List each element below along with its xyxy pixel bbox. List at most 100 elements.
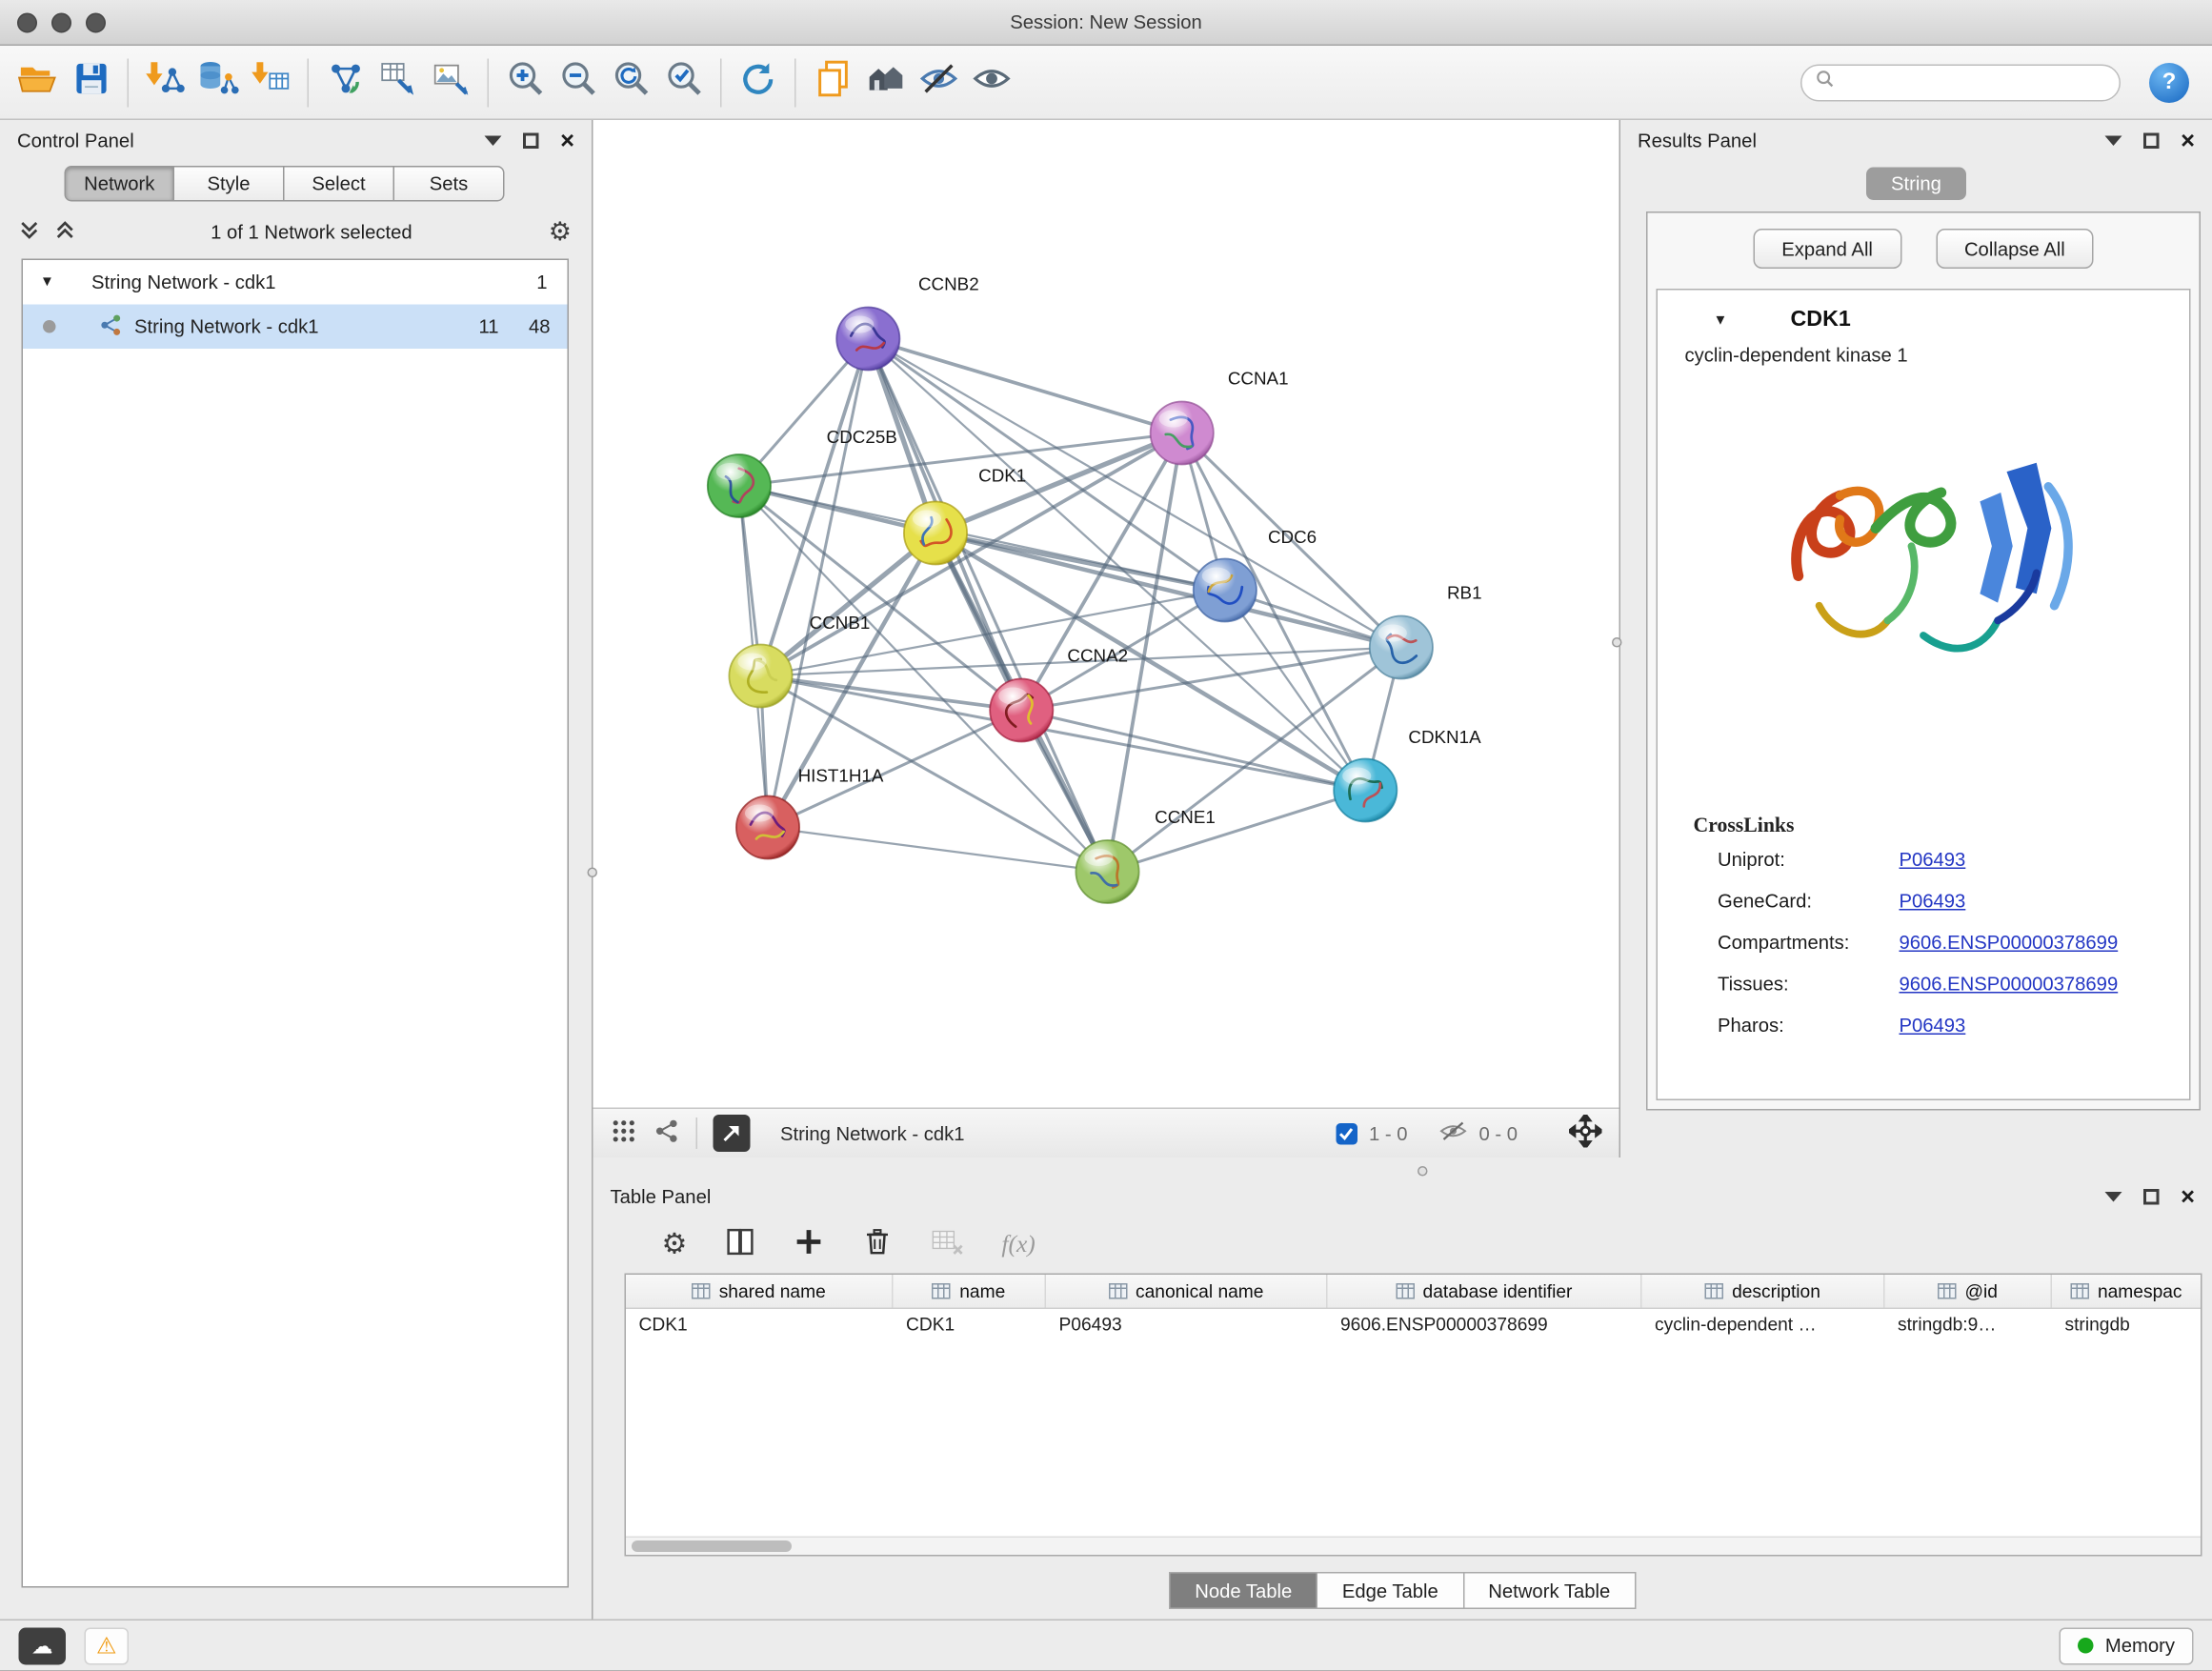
zoom-window-button[interactable] <box>86 12 106 32</box>
hidden-eye-slash-icon[interactable] <box>1438 1119 1467 1148</box>
share-network-icon[interactable] <box>654 1117 681 1149</box>
zoom-out-button[interactable] <box>552 53 605 111</box>
zoom-in-button[interactable] <box>499 53 553 111</box>
right-splitter-handle[interactable] <box>1612 637 1622 648</box>
maximize-panel-icon[interactable] <box>2143 1188 2160 1204</box>
search-field[interactable] <box>1800 64 2121 101</box>
table-cell[interactable]: stringdb:9… <box>1885 1309 2053 1342</box>
network-node-rb1[interactable] <box>1370 616 1433 679</box>
collection-expand-icon[interactable]: ▼ <box>40 274 60 291</box>
network-edge[interactable] <box>868 339 1181 433</box>
selected-checkbox[interactable] <box>1336 1122 1357 1144</box>
column-header[interactable]: @id <box>1885 1275 2053 1308</box>
table-cell[interactable]: stringdb <box>2052 1309 2201 1342</box>
help-button[interactable]: ? <box>2149 62 2189 102</box>
network-options-gear-icon[interactable]: ⚙ <box>549 219 572 245</box>
crosslink-link-pharos[interactable]: P06493 <box>1900 1015 1966 1037</box>
refresh-view-button[interactable] <box>732 53 785 111</box>
crosslink-link-tissues[interactable]: 9606.ENSP00000378699 <box>1900 974 2119 996</box>
network-edge[interactable] <box>868 339 1107 873</box>
tab-style[interactable]: Style <box>174 166 285 202</box>
tab-network[interactable]: Network <box>65 166 175 202</box>
save-session-button[interactable] <box>65 53 118 111</box>
birds-eye-grid-icon[interactable] <box>611 1117 638 1149</box>
import-table-from-file-button[interactable] <box>245 53 298 111</box>
crosslink-link-uniprot[interactable]: P06493 <box>1900 849 1966 871</box>
column-header[interactable]: description <box>1642 1275 1885 1308</box>
network-edge[interactable] <box>768 828 1107 873</box>
maximize-panel-icon[interactable] <box>523 132 539 149</box>
network-node-cdk1[interactable] <box>904 502 967 565</box>
export-image-button[interactable] <box>425 53 478 111</box>
column-header[interactable]: canonical name <box>1046 1275 1328 1308</box>
minimize-window-button[interactable] <box>51 12 71 32</box>
show-hide-panels-button[interactable] <box>965 53 1018 111</box>
cloud-button[interactable]: ☁ <box>19 1627 67 1664</box>
tab-select[interactable]: Select <box>285 166 395 202</box>
expand-all-networks-icon[interactable] <box>20 219 39 244</box>
network-collection-row[interactable]: ▼ String Network - cdk1 1 <box>23 260 568 305</box>
add-row-plus-icon[interactable] <box>793 1225 824 1264</box>
column-header[interactable]: namespac <box>2052 1275 2201 1308</box>
horizontal-splitter[interactable] <box>593 1158 2212 1177</box>
close-window-button[interactable] <box>17 12 37 32</box>
network-row[interactable]: String Network - cdk1 11 48 <box>23 305 568 350</box>
float-panel-icon[interactable] <box>485 135 502 146</box>
network-edge[interactable] <box>768 339 868 828</box>
collapse-all-networks-icon[interactable] <box>56 219 75 244</box>
new-network-from-table-button[interactable] <box>372 53 425 111</box>
zoom-fit-button[interactable] <box>605 53 658 111</box>
network-edge[interactable] <box>760 534 935 676</box>
table-options-gear-icon[interactable]: ⚙ <box>662 1231 688 1259</box>
crosslink-link-compartments[interactable]: 9606.ENSP00000378699 <box>1900 932 2119 954</box>
float-panel-icon[interactable] <box>2105 135 2122 146</box>
network-node-ccnb1[interactable] <box>729 645 792 708</box>
network-node-ccna1[interactable] <box>1151 402 1214 465</box>
close-panel-icon[interactable]: × <box>560 128 574 152</box>
close-panel-icon[interactable]: × <box>2181 1184 2195 1209</box>
network-node-cdkn1a[interactable] <box>1334 759 1397 822</box>
search-input[interactable] <box>1843 71 2106 93</box>
table-cell[interactable]: P06493 <box>1046 1309 1328 1342</box>
network-edge[interactable] <box>868 339 1401 648</box>
column-header[interactable]: shared name <box>626 1275 894 1308</box>
network-node-ccna2[interactable] <box>990 679 1053 742</box>
show-columns-icon[interactable] <box>724 1225 755 1264</box>
gene-collapse-icon[interactable]: ▼ <box>1714 312 1734 329</box>
copy-button[interactable] <box>806 53 859 111</box>
tab-network-table[interactable]: Network Table <box>1464 1572 1636 1609</box>
tab-string[interactable]: String <box>1867 168 1966 201</box>
tab-edge-table[interactable]: Edge Table <box>1317 1572 1463 1609</box>
expand-all-button[interactable]: Expand All <box>1753 229 1901 269</box>
memory-button[interactable]: Memory <box>2060 1627 2194 1664</box>
table-cell[interactable]: 9606.ENSP00000378699 <box>1328 1309 1642 1342</box>
network-node-cdc25b[interactable] <box>708 454 771 517</box>
tab-node-table[interactable]: Node Table <box>1169 1572 1317 1609</box>
table-cell[interactable]: cyclin-dependent … <box>1642 1309 1885 1342</box>
network-tools-button[interactable] <box>319 53 372 111</box>
network-canvas[interactable]: CCNB2CCNA1CDC25BCDK1CDC6RB1CCNB1CCNA2CDK… <box>593 120 1619 1108</box>
bottom-splitter-handle[interactable] <box>1418 1166 1428 1177</box>
network-edge[interactable] <box>1021 711 1365 791</box>
network-node-cdc6[interactable] <box>1194 559 1257 622</box>
network-edge[interactable] <box>760 676 1021 711</box>
tab-sets[interactable]: Sets <box>394 166 505 202</box>
scrollbar-thumb[interactable] <box>632 1540 792 1552</box>
hide-unhide-button[interactable] <box>912 53 965 111</box>
fit-move-crosshair-icon[interactable] <box>1569 1115 1602 1152</box>
open-session-button[interactable] <box>11 53 65 111</box>
network-node-ccnb2[interactable] <box>836 308 899 371</box>
crosslink-link-genecard[interactable]: P06493 <box>1900 891 1966 913</box>
network-node-hist1h1a[interactable] <box>736 796 799 859</box>
network-edge[interactable] <box>1108 791 1366 873</box>
delete-trash-icon[interactable] <box>861 1225 893 1264</box>
left-splitter-handle[interactable] <box>588 868 598 878</box>
home-views-button[interactable] <box>859 53 913 111</box>
import-network-from-file-button[interactable] <box>139 53 192 111</box>
collapse-all-button[interactable]: Collapse All <box>1936 229 2094 269</box>
column-header[interactable]: name <box>894 1275 1047 1308</box>
zoom-selected-button[interactable] <box>657 53 711 111</box>
maximize-panel-icon[interactable] <box>2143 132 2160 149</box>
open-in-new-window-button[interactable] <box>714 1115 751 1152</box>
table-cell[interactable]: CDK1 <box>894 1309 1047 1342</box>
